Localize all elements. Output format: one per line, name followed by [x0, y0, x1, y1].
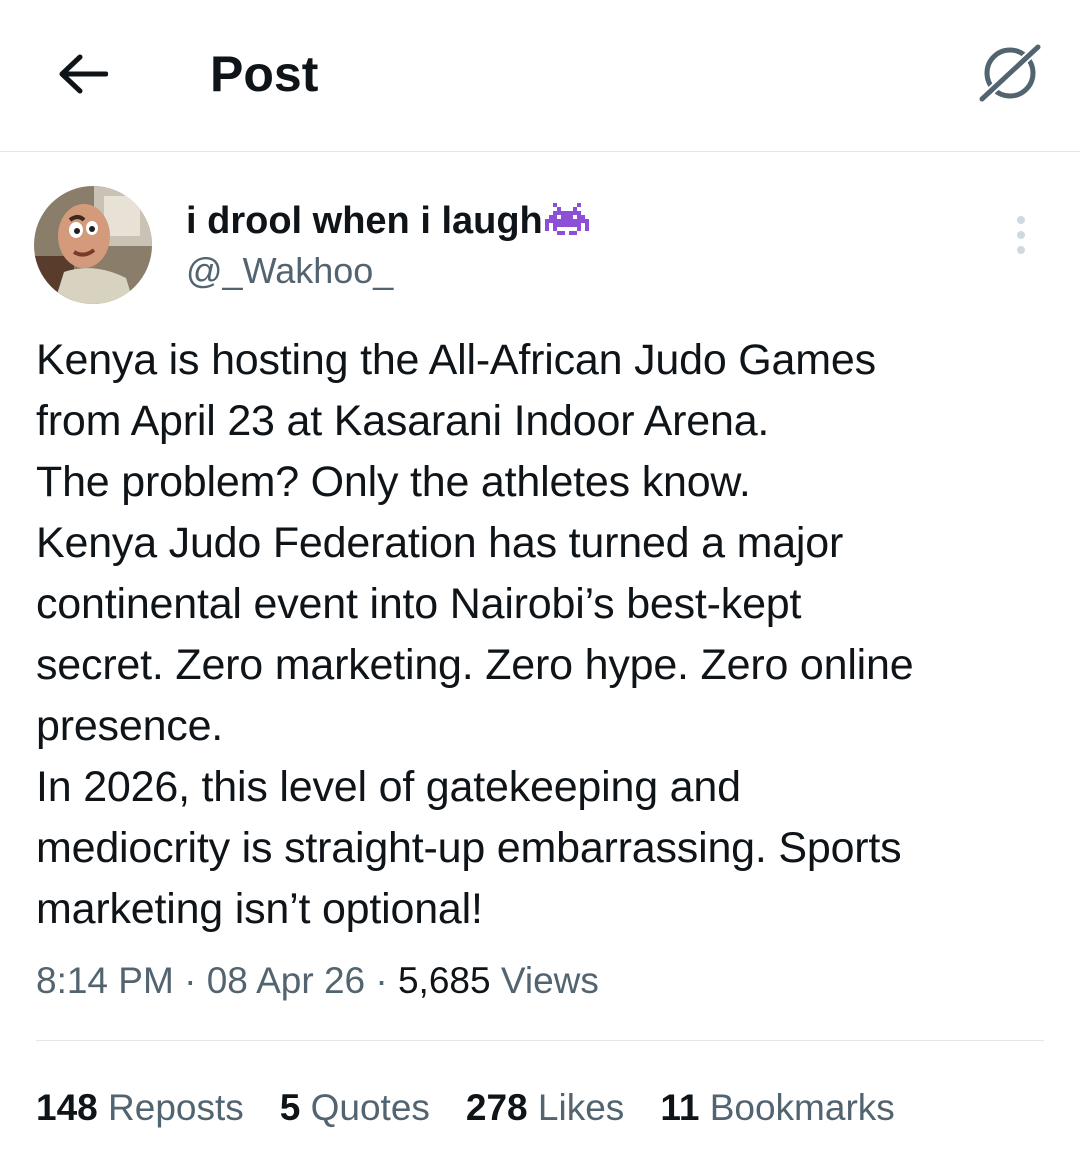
grok-button[interactable] [972, 38, 1048, 106]
divider [36, 1040, 1044, 1041]
back-button[interactable] [52, 46, 112, 102]
post-meta: 8:14 PM · 08 Apr 26 · 5,685 Views [36, 956, 599, 1006]
reposts-stat[interactable]: 148 Reposts [36, 1082, 244, 1134]
reposts-count: 148 [36, 1087, 98, 1128]
post-line: continental event into Nairobi’s best-ke… [36, 580, 802, 628]
bookmarks-stat[interactable]: 11 Bookmarks [660, 1082, 894, 1134]
post-line: Kenya Judo Federation has turned a major [36, 519, 844, 567]
post-line: The problem? Only the athletes know. [36, 458, 751, 506]
author-name-text: i drool when i laugh [186, 200, 543, 242]
likes-count: 278 [465, 1087, 528, 1128]
quotes-label: Quotes [310, 1087, 430, 1128]
author-handle[interactable]: @_Wakhoo_ [186, 248, 393, 294]
post-line: In 2026, this level of gatekeeping and [36, 763, 741, 811]
more-vertical-icon [1017, 216, 1025, 254]
engagement-stats: 148 Reposts 5 Quotes 278 Likes 11 Bookma… [36, 1082, 931, 1134]
quotes-count: 5 [279, 1087, 301, 1128]
likes-stat[interactable]: 278 Likes [466, 1082, 624, 1134]
meta-separator: · [375, 960, 388, 1001]
more-options-button[interactable] [1004, 210, 1038, 260]
bookmarks-count: 11 [660, 1087, 700, 1128]
post-time[interactable]: 8:14 PM [36, 960, 174, 1001]
grok-icon [975, 40, 1045, 105]
reposts-label: Reposts [108, 1087, 244, 1128]
author-display-name[interactable]: i drool when i laugh [186, 196, 589, 246]
post-line: mediocrity is straight-up embarrassing. … [36, 824, 902, 872]
post-line: marketing isn’t optional! [36, 885, 483, 933]
post-line: from April 23 at Kasarani Indoor Arena. [36, 397, 770, 445]
post-body: Kenya is hosting the All-African Judo Ga… [36, 330, 1056, 940]
bookmarks-label: Bookmarks [709, 1087, 895, 1128]
views-count: 5,685 [397, 960, 491, 1001]
likes-label: Likes [537, 1087, 625, 1128]
space-invader-emoji-icon [544, 203, 589, 235]
post-date[interactable]: 08 Apr 26 [207, 960, 365, 1001]
post-line: presence. [36, 702, 224, 750]
meta-separator: · [184, 960, 197, 1001]
avatar[interactable] [34, 186, 152, 304]
top-bar: Post [0, 0, 1080, 152]
post-line: secret. Zero marketing. Zero hype. Zero … [36, 641, 914, 689]
views-label: Views [500, 960, 599, 1001]
page-title: Post [210, 46, 319, 102]
quotes-stat[interactable]: 5 Quotes [280, 1082, 430, 1134]
post-line: Kenya is hosting the All-African Judo Ga… [36, 336, 876, 384]
arrow-left-icon [59, 54, 108, 94]
